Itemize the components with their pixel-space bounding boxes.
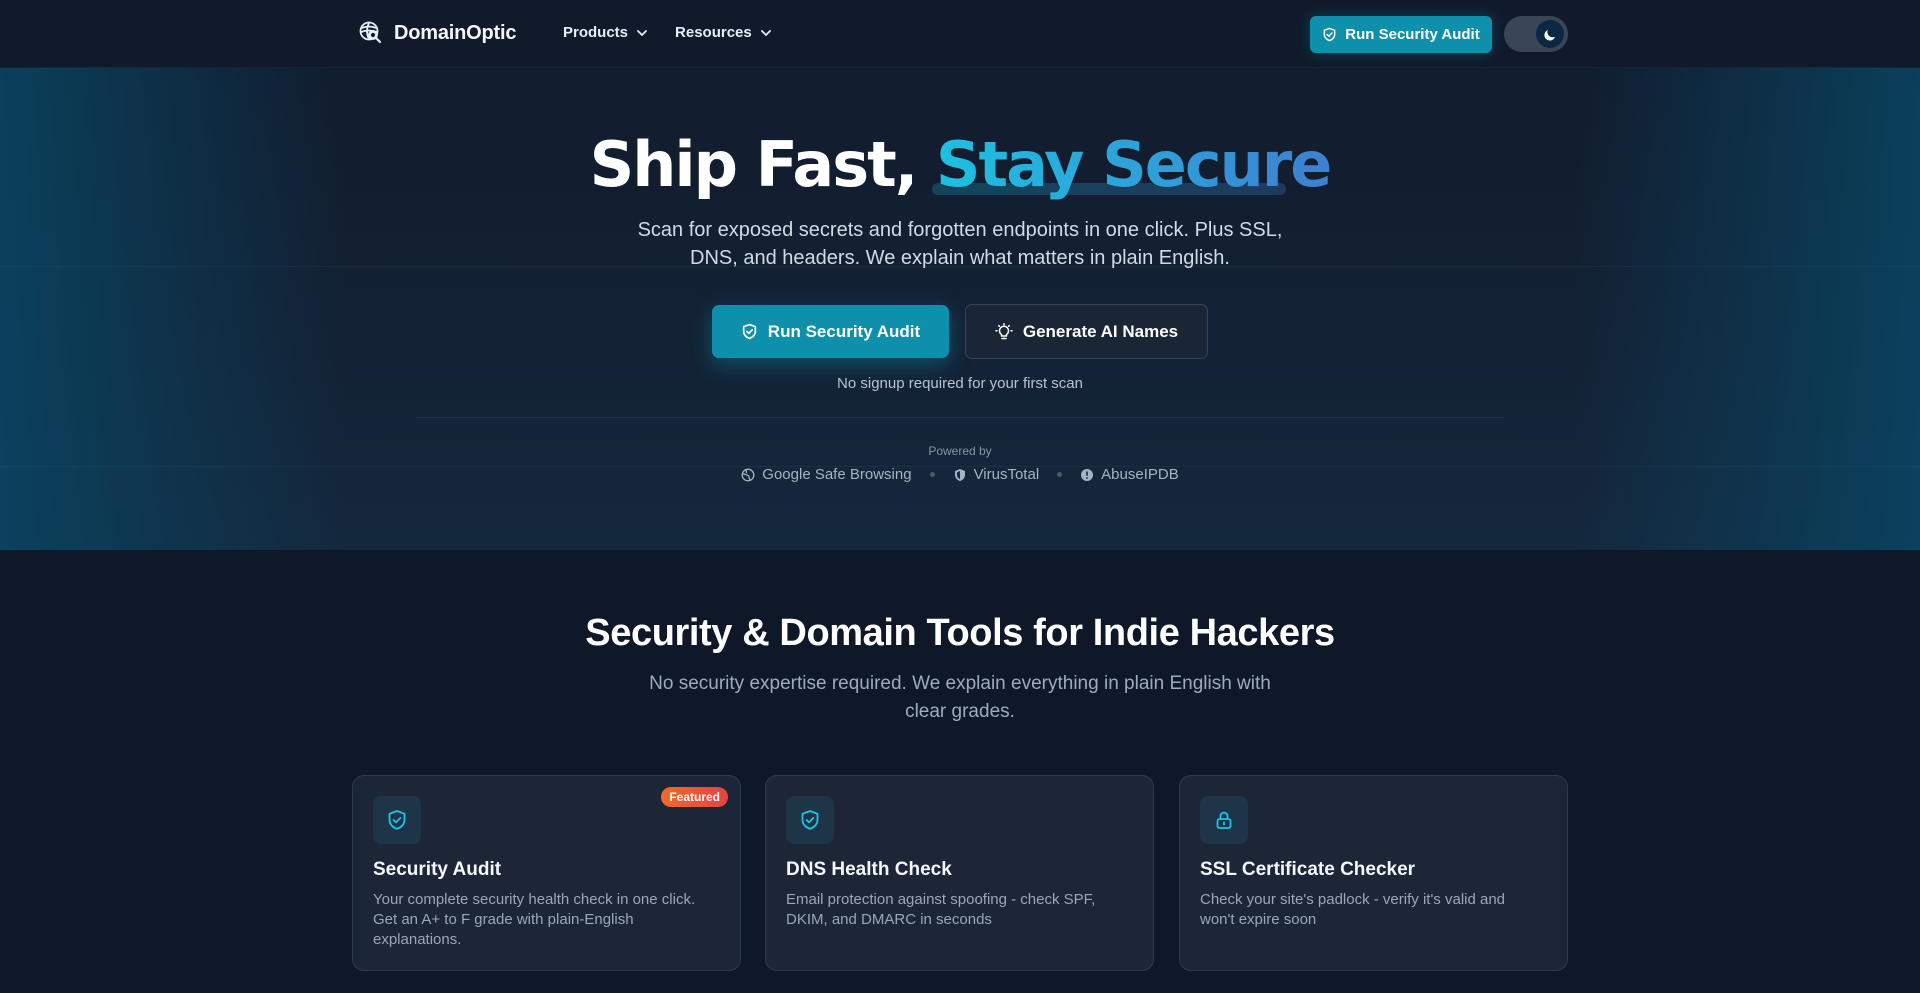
provider-virustotal-label: VirusTotal <box>973 466 1040 483</box>
tool-card-security-audit[interactable]: Featured Security Audit Your complete se… <box>352 775 741 971</box>
card-title: Security Audit <box>373 859 502 880</box>
hero-subtitle: Scan for exposed secrets and forgotten e… <box>637 219 1283 269</box>
separator-dot <box>929 472 935 477</box>
chevron-down-icon <box>760 29 771 36</box>
provider-google-safe-browsing: Google Safe Browsing <box>741 466 912 483</box>
main-menu: Products Resources <box>563 24 773 41</box>
nav-run-audit-label: Run Security Audit <box>1345 26 1480 43</box>
menu-products[interactable]: Products <box>563 24 649 41</box>
card-description: Email protection against spoofing - chec… <box>786 891 1096 928</box>
hero-run-audit-label: Run Security Audit <box>767 321 921 341</box>
hero-title-plain: Ship Fast, <box>589 128 936 201</box>
card-description: Your complete security health check in o… <box>373 891 696 948</box>
brand-name: DomainOptic <box>394 21 517 44</box>
brand-logo[interactable]: DomainOptic <box>358 20 516 46</box>
generate-ai-names-label: Generate AI Names <box>1022 321 1179 341</box>
tools-section-subtitle: No security expertise required. We expla… <box>649 673 1271 722</box>
lightbulb-icon <box>995 322 1013 339</box>
no-signup-note: No signup required for your first scan <box>837 375 1083 392</box>
shield-check-icon <box>1323 27 1336 42</box>
card-icon-box <box>786 796 834 844</box>
separator-dot <box>1057 472 1063 477</box>
hero-title: Ship Fast, Stay Secure <box>0 128 1920 201</box>
generate-ai-names-button[interactable]: Generate AI Names <box>965 304 1208 359</box>
globe-icon <box>741 468 755 481</box>
chevron-down-icon <box>637 29 647 36</box>
tools-section-title: Security & Domain Tools for Indie Hacker… <box>585 612 1335 654</box>
shield-check-icon <box>388 810 406 830</box>
hero-divider <box>416 417 1504 418</box>
top-navbar: DomainOptic Products Resources Run Secur… <box>0 0 1920 68</box>
nav-run-audit-button[interactable]: Run Security Audit <box>1310 16 1492 53</box>
hero-section: Ship Fast, Stay Secure Scan for exposed … <box>0 68 1920 550</box>
provider-abuseipdb-label: AbuseIPDB <box>1101 466 1179 483</box>
card-description: Check your site's padlock - verify it's … <box>1200 891 1506 928</box>
menu-resources[interactable]: Resources <box>675 24 773 41</box>
theme-toggle[interactable] <box>1504 16 1568 52</box>
moon-icon <box>1543 29 1555 40</box>
card-icon-box <box>1200 796 1248 844</box>
powered-by-label: Powered by <box>928 444 992 458</box>
menu-products-label: Products <box>563 24 629 41</box>
featured-badge: Featured <box>661 787 728 807</box>
alert-circle-icon <box>1081 468 1094 481</box>
tool-card-ssl-certificate-checker[interactable]: SSL Certificate Checker Check your site'… <box>1179 775 1568 971</box>
provider-google-safe-browsing-label: Google Safe Browsing <box>762 466 912 483</box>
shield-check-icon <box>801 810 819 830</box>
lock-icon <box>1216 811 1232 829</box>
card-title: SSL Certificate Checker <box>1200 859 1416 880</box>
menu-resources-label: Resources <box>675 24 752 41</box>
tool-card-dns-health-check[interactable]: DNS Health Check Email protection agains… <box>765 775 1154 971</box>
navbar-inner: DomainOptic Products Resources Run Secur… <box>352 0 1568 68</box>
shield-check-icon <box>742 323 756 340</box>
card-icon-box <box>373 796 421 844</box>
shield-icon <box>954 468 965 481</box>
theme-toggle-knob <box>1536 20 1564 48</box>
logo-icon <box>359 21 382 44</box>
provider-abuseipdb: AbuseIPDB <box>1080 466 1179 483</box>
card-title: DNS Health Check <box>786 859 952 880</box>
providers-row: Google Safe Browsing VirusTotal AbuseIPD… <box>0 466 1920 483</box>
hero-title-accent: Stay Secure <box>935 128 1332 201</box>
provider-virustotal: VirusTotal <box>953 466 1040 483</box>
hero-run-audit-button[interactable]: Run Security Audit <box>712 305 949 358</box>
